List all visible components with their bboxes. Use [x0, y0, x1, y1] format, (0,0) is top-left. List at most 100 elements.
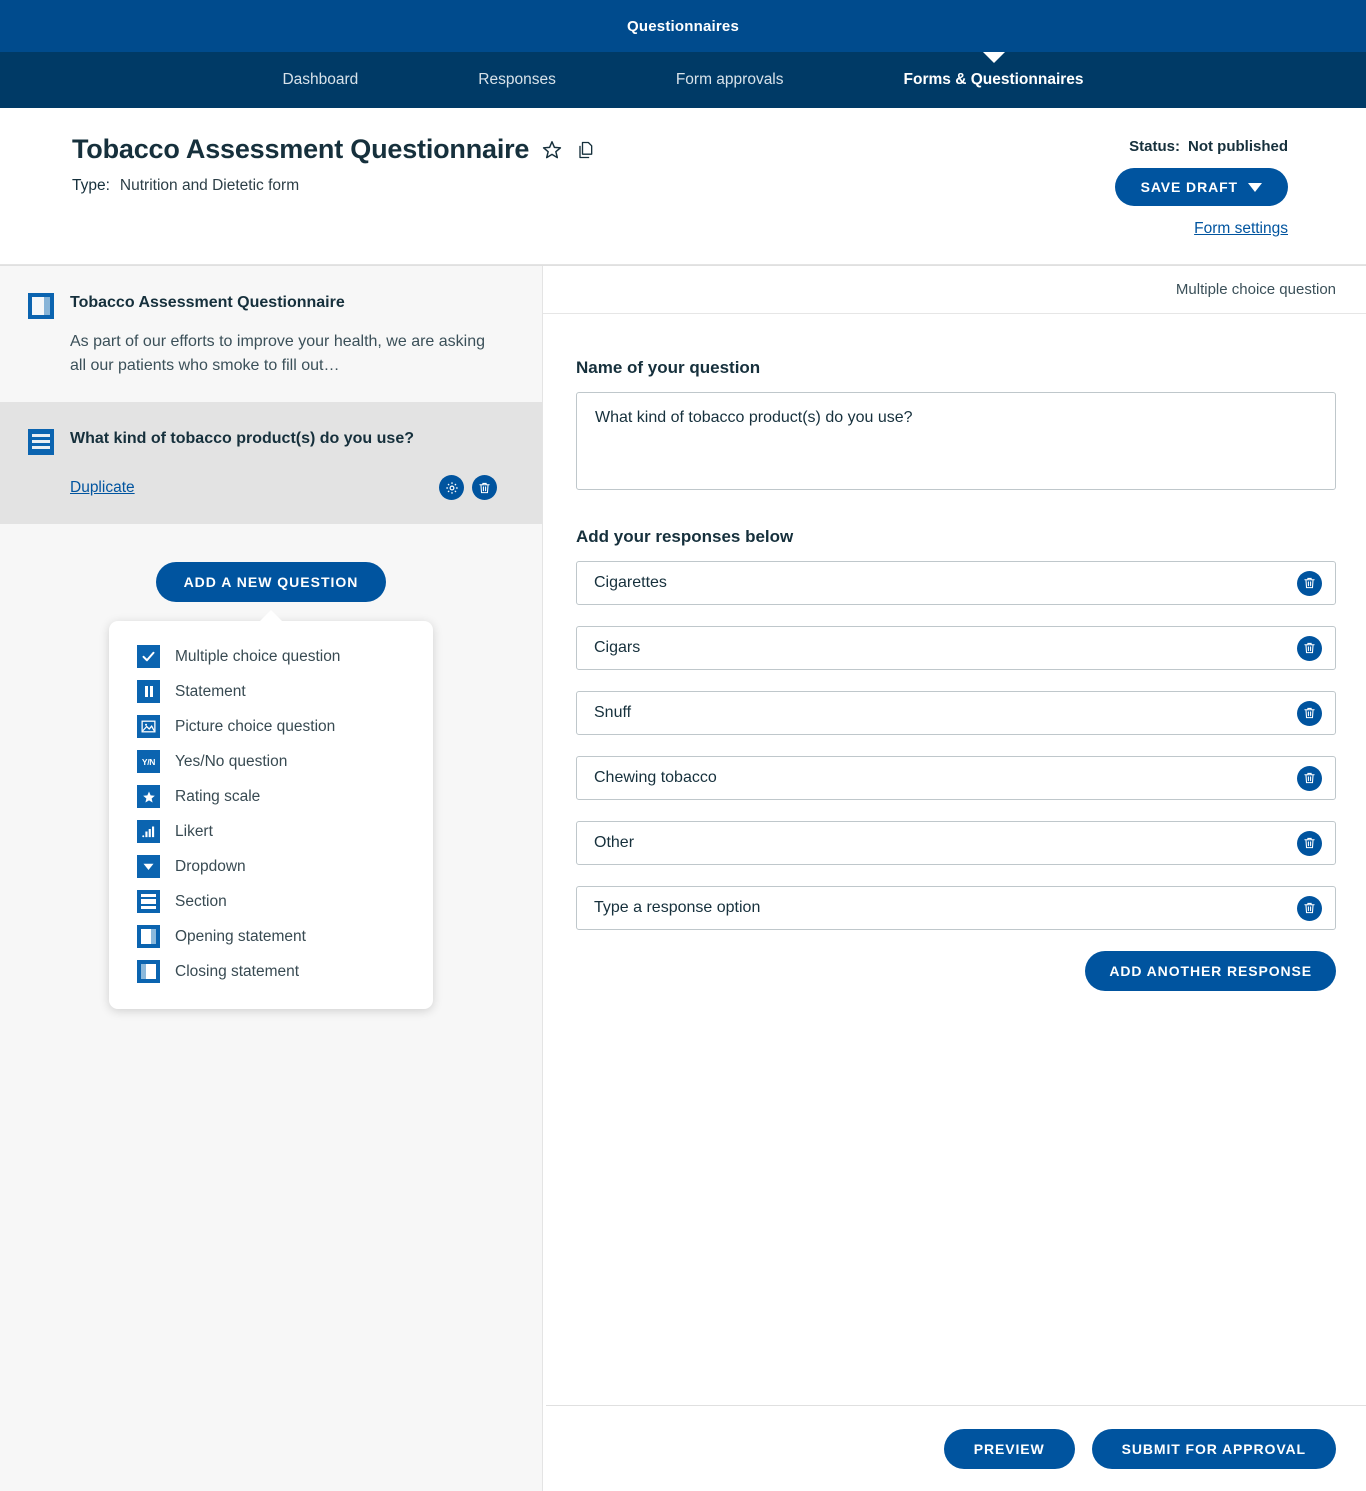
response-row-empty	[576, 886, 1336, 930]
app-title: Questionnaires	[627, 17, 739, 35]
star-icon	[137, 785, 160, 808]
response-input[interactable]	[577, 887, 1335, 929]
sidebar-card-icon-buttons	[439, 475, 497, 500]
form-type-row: Type: Nutrition and Dietetic form	[72, 177, 1288, 195]
duplicate-link[interactable]: Duplicate	[70, 479, 135, 497]
add-response-row: ADD ANOTHER RESPONSE	[576, 951, 1336, 991]
menu-item-picture-choice-question[interactable]: Picture choice question	[109, 709, 433, 744]
question-list-sidebar: Tobacco Assessment Questionnaire As part…	[0, 266, 543, 1491]
response-input[interactable]	[577, 692, 1335, 734]
menu-item-closing-statement[interactable]: Closing statement	[109, 954, 433, 989]
trash-icon[interactable]	[1297, 570, 1322, 596]
menu-item-multiple-choice-question[interactable]: Multiple choice question	[109, 639, 433, 674]
menu-item-statement[interactable]: Statement	[109, 674, 433, 709]
sidebar-card-header: What kind of tobacco product(s) do you u…	[28, 428, 497, 455]
menu-item-rating-scale[interactable]: Rating scale	[109, 779, 433, 814]
trash-icon[interactable]	[1297, 830, 1322, 856]
page-title: Tobacco Assessment Questionnaire	[72, 134, 530, 164]
submit-for-approval-button[interactable]: SUBMIT FOR APPROVAL	[1091, 1428, 1336, 1469]
nav-item-responses[interactable]: Responses	[418, 71, 616, 89]
opening-statement-icon	[137, 925, 160, 948]
trash-icon[interactable]	[1297, 765, 1322, 791]
responses-section-label: Add your responses below	[576, 527, 794, 546]
trash-icon[interactable]	[1297, 635, 1322, 661]
status-label: Status:	[1129, 138, 1180, 155]
question-editor-panel: Multiple choice question Name of your qu…	[543, 266, 1366, 1491]
menu-item-label: Statement	[175, 682, 246, 700]
menu-item-label: Picture choice question	[175, 717, 336, 735]
add-question-area: ADD A NEW QUESTION Multiple choice quest…	[0, 524, 542, 1009]
response-row	[576, 821, 1336, 865]
response-row	[576, 691, 1336, 735]
response-row	[576, 626, 1336, 670]
copy-icon[interactable]	[575, 139, 595, 161]
statement-icon	[137, 680, 160, 703]
trash-icon[interactable]	[472, 475, 497, 500]
sidebar-card-actions: Duplicate	[70, 475, 497, 500]
save-draft-label: SAVE DRAFT	[1140, 179, 1238, 195]
sidebar-card-header: Tobacco Assessment Questionnaire	[28, 292, 497, 319]
sidebar-card-description: As part of our efforts to improve your h…	[70, 333, 486, 374]
response-input[interactable]	[577, 562, 1335, 604]
editor-header: Multiple choice question	[543, 266, 1366, 314]
chevron-down-icon	[137, 855, 160, 878]
page-header: Tobacco Assessment Questionnaire Type: N…	[0, 108, 1366, 265]
star-outline-icon[interactable]	[541, 139, 563, 161]
response-input[interactable]	[577, 757, 1335, 799]
body-split: Tobacco Assessment Questionnaire As part…	[0, 265, 1366, 1491]
menu-item-dropdown[interactable]: Dropdown	[109, 849, 433, 884]
sidebar-card-title: Tobacco Assessment Questionnaire	[70, 294, 345, 311]
menu-item-label: Closing statement	[175, 962, 300, 980]
nav-item-dashboard[interactable]: Dashboard	[222, 71, 418, 89]
multiple-choice-icon	[28, 429, 54, 455]
response-input[interactable]	[577, 822, 1335, 864]
menu-item-section[interactable]: Section	[109, 884, 433, 919]
menu-item-label: Yes/No question	[175, 752, 288, 770]
nav-item-form-approvals[interactable]: Form approvals	[616, 71, 844, 89]
menu-item-likert[interactable]: Likert	[109, 814, 433, 849]
question-name-label: Name of your question	[576, 358, 761, 377]
add-a-new-question-button[interactable]: ADD A NEW QUESTION	[155, 562, 387, 602]
chevron-down-icon	[1248, 182, 1262, 192]
opening-statement-icon	[28, 293, 54, 319]
form-type-value: Nutrition and Dietetic form	[119, 177, 300, 194]
preview-button[interactable]: PREVIEW	[943, 1428, 1075, 1469]
question-type-menu-wrapper: Multiple choice question Statement Pictu…	[109, 610, 433, 1009]
editor-body: Name of your question Add your responses…	[543, 314, 1366, 1491]
main-navigation: Dashboard Responses Form approvals Forms…	[0, 52, 1366, 108]
form-type-label: Type:	[72, 177, 110, 194]
app-top-bar: Questionnaires	[0, 0, 1366, 52]
sidebar-card-question-1[interactable]: What kind of tobacco product(s) do you u…	[0, 402, 542, 524]
picture-icon	[137, 715, 160, 738]
response-input[interactable]	[577, 627, 1335, 669]
trash-icon[interactable]	[1297, 700, 1322, 726]
menu-item-label: Rating scale	[175, 787, 261, 805]
header-actions: Status: Not published SAVE DRAFT Form set…	[1114, 138, 1288, 238]
bottom-action-bar: PREVIEW SUBMIT FOR APPROVAL	[546, 1405, 1366, 1491]
menu-caret-icon	[259, 610, 283, 622]
add-another-response-button[interactable]: ADD ANOTHER RESPONSE	[1085, 951, 1336, 991]
bar-chart-icon	[137, 820, 160, 843]
status-badge: Not published	[1188, 138, 1288, 155]
editor-question-type-label: Multiple choice question	[1175, 281, 1336, 298]
sidebar-card-opening-statement[interactable]: Tobacco Assessment Questionnaire As part…	[0, 266, 542, 402]
nav-item-forms-questionnaires[interactable]: Forms & Questionnaires	[844, 71, 1144, 89]
menu-item-opening-statement[interactable]: Opening statement	[109, 919, 433, 954]
menu-item-label: Likert	[175, 822, 213, 840]
menu-item-label: Opening statement	[175, 927, 306, 945]
checkmark-icon	[137, 645, 160, 668]
response-row	[576, 561, 1336, 605]
menu-item-label: Multiple choice question	[175, 647, 341, 665]
save-draft-button[interactable]: SAVE DRAFT	[1114, 168, 1288, 206]
trash-icon[interactable]	[1297, 895, 1322, 921]
page-title-row: Tobacco Assessment Questionnaire	[72, 134, 1288, 165]
section-icon	[137, 890, 160, 913]
question-type-menu: Multiple choice question Statement Pictu…	[109, 621, 433, 1009]
gear-icon[interactable]	[439, 475, 464, 500]
menu-item-label: Dropdown	[175, 857, 246, 875]
menu-item-yes-no-question[interactable]: Y/N Yes/No question	[109, 744, 433, 779]
yes-no-icon: Y/N	[137, 750, 160, 773]
question-name-input[interactable]	[576, 392, 1336, 490]
form-settings-link[interactable]: Form settings	[1115, 220, 1288, 238]
status-row: Status: Not published	[1115, 138, 1288, 155]
